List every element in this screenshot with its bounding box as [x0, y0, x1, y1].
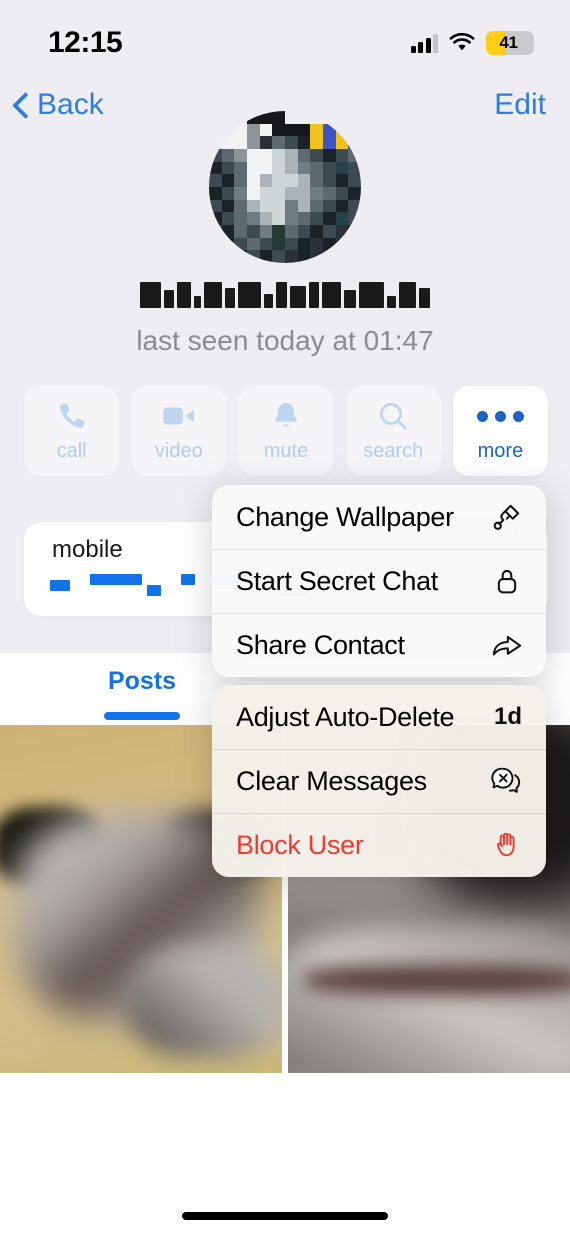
video-icon: [162, 399, 196, 433]
menu-item-label: Adjust Auto-Delete: [236, 701, 455, 732]
menu-item-label: Change Wallpaper: [236, 501, 454, 532]
more-button[interactable]: more: [452, 386, 549, 476]
call-button[interactable]: call: [24, 386, 120, 476]
menu-item-change-wallpaper[interactable]: Change Wallpaper: [212, 485, 546, 549]
thumbnail-blur-region: [128, 947, 282, 1057]
menu-item-label: Block User: [236, 829, 364, 860]
chat-bubble-x-icon: [490, 764, 524, 798]
menu-item-start-secret-chat[interactable]: Start Secret Chat: [212, 549, 546, 613]
tab-posts-label: Posts: [107, 667, 177, 695]
home-indicator: [182, 1212, 388, 1220]
menu-item-block-user[interactable]: Block User: [212, 813, 546, 877]
auto-delete-value: 1d: [493, 703, 522, 730]
navigation-bar: Back Edit: [0, 82, 570, 140]
profile-action-row: call video mute search more: [24, 386, 549, 476]
video-button-label: video: [154, 440, 203, 462]
wifi-icon: [449, 32, 475, 53]
status-bar-indicators: 41: [410, 30, 534, 56]
edit-button[interactable]: Edit: [494, 88, 546, 122]
tab-selection-indicator: [104, 712, 180, 720]
ellipsis-icon: [476, 399, 524, 433]
context-menu-group-primary: Change Wallpaper Start Secret Chat Share…: [212, 485, 546, 677]
menu-item-label: Start Secret Chat: [236, 565, 438, 596]
lock-icon: [490, 564, 524, 598]
context-menu-group-secondary: Adjust Auto-Delete 1d Clear Messages Blo…: [212, 685, 546, 877]
menu-item-adjust-auto-delete[interactable]: Adjust Auto-Delete 1d: [212, 685, 546, 749]
battery-level-text: 41: [499, 33, 518, 52]
menu-item-label: Clear Messages: [236, 765, 427, 796]
stop-hand-icon: [490, 828, 524, 862]
thumbnail-blur-region: [304, 965, 570, 995]
back-button[interactable]: Back: [14, 88, 104, 122]
status-bar: 12:15 41: [0, 0, 570, 74]
tab-posts[interactable]: Posts: [104, 667, 180, 696]
search-button[interactable]: search: [345, 386, 441, 476]
phone-icon: [56, 399, 88, 433]
chevron-left-icon: [14, 93, 28, 117]
phone-type-label: mobile: [52, 536, 123, 563]
menu-item-share-contact[interactable]: Share Contact: [212, 613, 546, 677]
thumbnail-blur-region: [288, 921, 570, 1073]
bell-icon: [271, 399, 301, 433]
call-button-label: call: [56, 440, 87, 462]
back-button-label: Back: [37, 88, 104, 121]
search-button-label: search: [363, 440, 424, 462]
mute-button[interactable]: mute: [238, 386, 334, 476]
status-bar-clock: 12:15: [48, 26, 123, 59]
more-context-menu: Change Wallpaper Start Secret Chat Share…: [212, 485, 546, 877]
mute-button-label: mute: [263, 440, 309, 462]
share-arrow-icon: [490, 628, 524, 662]
phone-screen: 12:15 41 Back Edit last seen today at 01…: [0, 0, 570, 1234]
more-button-label: more: [477, 440, 524, 462]
video-button[interactable]: video: [131, 386, 227, 476]
profile-name-redacted: [140, 276, 430, 308]
search-icon: [377, 399, 409, 433]
cellular-bars-icon: [410, 33, 438, 53]
menu-item-clear-messages[interactable]: Clear Messages: [212, 749, 546, 813]
paintbrush-icon: [490, 500, 524, 534]
menu-item-label: Share Contact: [236, 629, 405, 660]
battery-indicator: 41: [486, 31, 534, 55]
last-seen-status: last seen today at 01:47: [136, 325, 434, 356]
